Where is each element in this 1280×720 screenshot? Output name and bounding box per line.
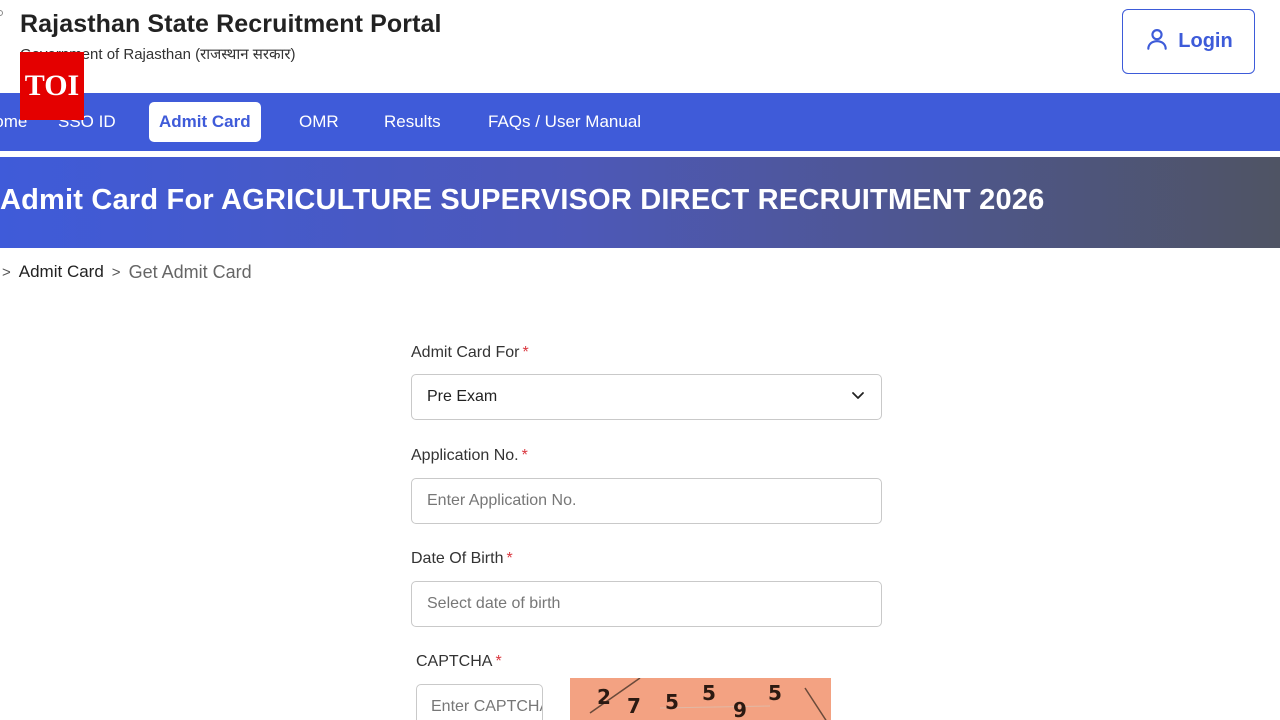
required-marker: *	[522, 344, 529, 361]
dob-input[interactable]: Select date of birth	[411, 581, 882, 627]
captcha-digit: 5	[768, 681, 782, 705]
breadcrumb-separator-icon: >	[2, 263, 11, 281]
login-button[interactable]: Login	[1122, 9, 1255, 74]
captcha-digit: 5	[702, 681, 716, 705]
captcha-label: CAPTCHA *	[416, 653, 502, 670]
corner-ring-icon	[0, 10, 3, 16]
admit-card-for-value: Pre Exam	[427, 388, 498, 405]
dob-placeholder: Select date of birth	[427, 595, 561, 612]
breadcrumb: > Admit Card > Get Admit Card	[0, 260, 252, 284]
captcha-input[interactable]: Enter CAPTCHA	[416, 684, 543, 720]
captcha-digit: 7	[627, 694, 641, 718]
required-marker: *	[495, 653, 502, 670]
breadcrumb-admit-card[interactable]: Admit Card	[19, 262, 104, 282]
toi-watermark-logo: TOI	[20, 52, 84, 120]
nav-item-results[interactable]: Results	[384, 93, 441, 151]
admit-card-for-label: Admit Card For *	[411, 344, 529, 361]
application-no-label: Application No. *	[411, 447, 528, 464]
application-no-placeholder: Enter Application No.	[427, 492, 577, 509]
page-banner: Admit Card For AGRICULTURE SUPERVISOR DI…	[0, 157, 1280, 248]
admit-card-for-select[interactable]: Pre Exam	[411, 374, 882, 420]
login-label: Login	[1178, 30, 1233, 52]
nav-item-admit-card[interactable]: Admit Card	[149, 102, 261, 142]
nav-item-faqs[interactable]: FAQs / User Manual	[488, 93, 641, 151]
nav-item-omr[interactable]: OMR	[299, 93, 339, 151]
site-header: Rajasthan State Recruitment Portal Gover…	[0, 0, 1280, 93]
main-nav: Home SSO ID Admit Card OMR Results FAQs …	[0, 93, 1280, 151]
captcha-digit: 5	[665, 690, 679, 714]
portal-title: Rajasthan State Recruitment Portal	[20, 10, 442, 38]
required-marker: *	[506, 550, 513, 567]
captcha-digit: 2	[597, 685, 611, 709]
chevron-down-icon	[850, 387, 866, 408]
captcha-digit: 9	[733, 698, 747, 720]
page-title: Admit Card For AGRICULTURE SUPERVISOR DI…	[0, 184, 1045, 216]
dob-label: Date Of Birth *	[411, 550, 513, 567]
captcha-placeholder: Enter CAPTCHA	[431, 698, 543, 715]
breadcrumb-current: Get Admit Card	[128, 261, 252, 282]
breadcrumb-separator-icon: >	[111, 263, 121, 281]
required-marker: *	[521, 447, 528, 464]
application-no-input[interactable]: Enter Application No.	[411, 478, 882, 524]
user-icon	[1144, 26, 1170, 58]
captcha-image: 2 7 5 5 9 5	[570, 678, 831, 720]
